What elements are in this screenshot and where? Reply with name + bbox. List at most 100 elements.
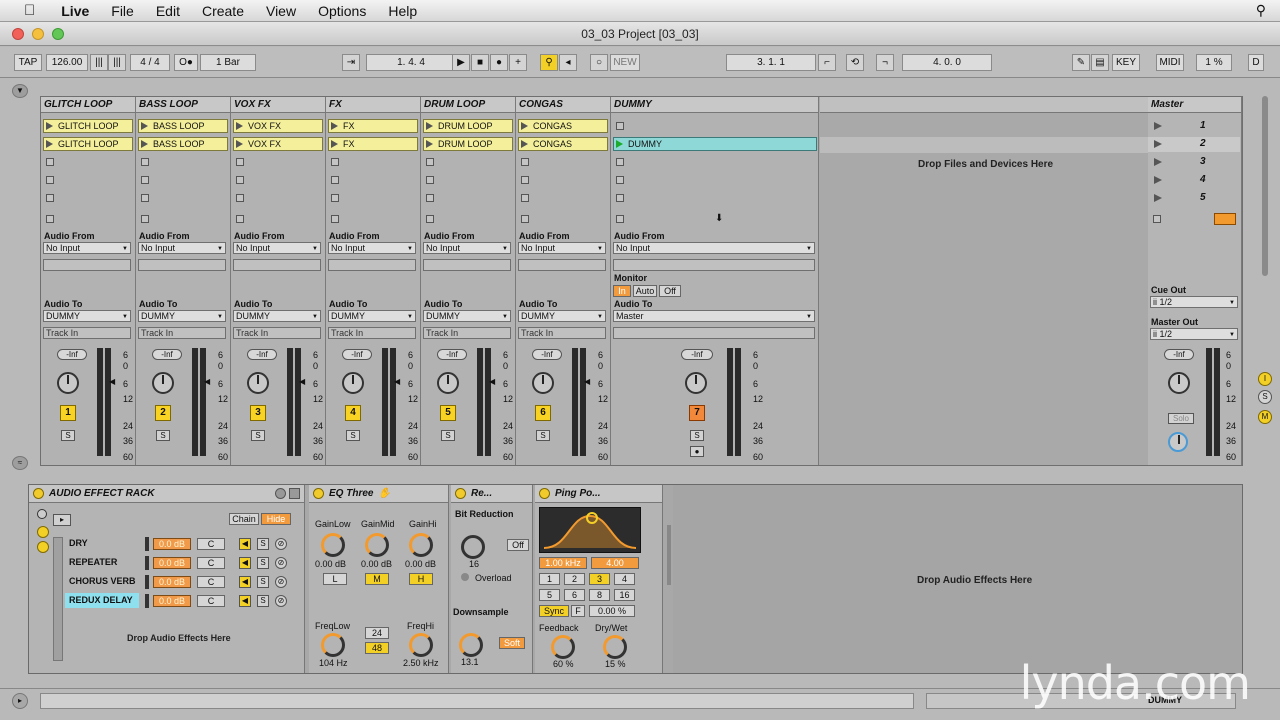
overdub-button[interactable]: + — [509, 54, 527, 71]
chain-list-toggle[interactable]: ▸ — [53, 514, 71, 526]
loop-switch-button[interactable]: ⟲ — [846, 54, 864, 71]
filter-freq-field[interactable]: 1.00 kHz — [539, 557, 587, 569]
menu-edit[interactable]: Edit — [156, 3, 180, 19]
freqlow-knob[interactable] — [321, 633, 345, 657]
clip-launch-icon[interactable] — [331, 122, 338, 130]
solo-button[interactable]: S — [251, 430, 265, 441]
chain-volume-field[interactable]: 0.0 dB — [153, 538, 191, 550]
session-record-button[interactable]: ○ — [590, 54, 608, 71]
browser-toggle-icon[interactable]: ▼ — [12, 84, 28, 98]
chain-activator-icon[interactable]: ◀ — [239, 557, 251, 569]
computer-keyboard-icon[interactable]: ▤ — [1091, 54, 1109, 71]
output-channel-select[interactable]: Track In — [138, 327, 226, 339]
pan-knob[interactable] — [437, 372, 459, 394]
sync-button[interactable]: Sync — [539, 605, 569, 617]
track-activator[interactable]: 6 — [535, 405, 551, 421]
input-channel-select[interactable] — [233, 259, 321, 271]
chain-activator-icon[interactable]: ◀ — [239, 595, 251, 607]
pingpong-power-icon[interactable] — [539, 488, 550, 499]
input-type-select[interactable]: No Input — [328, 242, 416, 254]
empty-slot-stop[interactable] — [46, 176, 54, 184]
volume-slider-icon[interactable]: ◀ — [584, 377, 590, 386]
chain-pan-field[interactable]: C — [197, 557, 225, 569]
chain-solo-button[interactable]: S — [257, 576, 269, 588]
empty-slot-stop[interactable] — [426, 194, 434, 202]
empty-slot-stop[interactable] — [331, 158, 339, 166]
slope-48-button[interactable]: 48 — [365, 642, 389, 654]
output-type-select[interactable]: DUMMY — [328, 310, 416, 322]
clip-launch-icon[interactable] — [521, 140, 528, 148]
input-type-select[interactable]: No Input — [518, 242, 606, 254]
chain-pan-field[interactable]: C — [197, 595, 225, 607]
chain-hotswap-icon[interactable]: ⊘ — [275, 576, 287, 588]
clip-launch-icon[interactable] — [236, 140, 243, 148]
chain-row[interactable]: REDUX DELAY 0.0 dB C ◀ S ⊘ — [29, 593, 305, 609]
eq-title[interactable]: EQ Three — [329, 488, 373, 499]
chain-activator-icon[interactable]: ◀ — [239, 538, 251, 550]
clip-launch-icon[interactable] — [521, 122, 528, 130]
track-activator[interactable]: 5 — [440, 405, 456, 421]
empty-slot-stop[interactable] — [331, 194, 339, 202]
key-map-button[interactable]: KEY — [1112, 54, 1140, 71]
rack-hotswap-icon[interactable] — [275, 488, 286, 499]
clip-slot[interactable]: VOX FX — [233, 119, 323, 133]
empty-slot-stop[interactable] — [616, 158, 624, 166]
scene-launch-icon[interactable] — [1154, 122, 1162, 130]
clip-launch-icon[interactable] — [46, 140, 53, 148]
track-activator[interactable]: 4 — [345, 405, 361, 421]
track-title[interactable]: GLITCH LOOP — [41, 97, 135, 113]
clip-launch-icon[interactable] — [46, 122, 53, 130]
arm-microphone-icon[interactable]: ⬇ — [715, 213, 723, 224]
delay-time-button[interactable]: 1 — [539, 573, 560, 585]
clip-launch-icon[interactable] — [426, 140, 433, 148]
chain-row[interactable]: REPEATER 0.0 dB C ◀ S ⊘ — [29, 555, 305, 571]
chain-pan-field[interactable]: C — [197, 538, 225, 550]
chain-row[interactable]: DRY 0.0 dB C ◀ S ⊘ — [29, 536, 305, 552]
clip-slot[interactable]: VOX FX — [233, 137, 323, 151]
output-type-select[interactable]: DUMMY — [138, 310, 226, 322]
session-vertical-scrollbar[interactable] — [1262, 96, 1268, 276]
clip-slot[interactable]: GLITCH LOOP — [43, 137, 133, 151]
time-signature-field[interactable]: 4 / 4 — [130, 54, 170, 71]
menu-options[interactable]: Options — [318, 3, 366, 19]
chain-solo-button[interactable]: S — [257, 595, 269, 607]
track-title[interactable]: VOX FX — [231, 97, 325, 113]
pan-knob[interactable] — [57, 372, 79, 394]
empty-slot-stop[interactable] — [331, 176, 339, 184]
track-title[interactable]: FX — [326, 97, 420, 113]
loop-length-field[interactable]: 4. 0. 0 — [902, 54, 992, 71]
chain-volume-field[interactable]: 0.0 dB — [153, 595, 191, 607]
chain-solo-button[interactable]: S — [257, 538, 269, 550]
pan-knob[interactable] — [152, 372, 174, 394]
app-menu[interactable]: Live — [61, 3, 89, 19]
chain-row[interactable]: CHORUS VERB 0.0 dB C ◀ S ⊘ — [29, 574, 305, 590]
clip-slot[interactable]: BASS LOOP — [138, 137, 228, 151]
master-out-select[interactable]: ii 1/2 — [1150, 328, 1238, 340]
delay-time-button[interactable]: 6 — [564, 589, 585, 601]
empty-slot-stop[interactable] — [616, 194, 624, 202]
track-title[interactable]: DRUM LOOP — [421, 97, 515, 113]
filter-width-field[interactable]: 4.00 — [591, 557, 639, 569]
volume-field[interactable]: -Inf — [342, 349, 372, 360]
empty-slot-stop[interactable] — [521, 158, 529, 166]
spotlight-search-icon[interactable]: ⚲ — [1256, 2, 1266, 19]
cue-out-select[interactable]: ii 1/2 — [1150, 296, 1238, 308]
apple-icon[interactable]:  — [24, 2, 35, 19]
scene-5[interactable]: 5 — [1148, 191, 1240, 206]
solo-button[interactable]: S — [690, 430, 704, 441]
solo-button[interactable]: S — [441, 430, 455, 441]
empty-slot-stop[interactable] — [426, 176, 434, 184]
delay-time-button[interactable]: 2 — [564, 573, 585, 585]
clip-launch-icon[interactable] — [331, 140, 338, 148]
input-type-select[interactable]: No Input — [613, 242, 815, 254]
track-stop-button[interactable] — [331, 215, 339, 223]
solo-button[interactable]: S — [346, 430, 360, 441]
volume-field[interactable]: -Inf — [152, 349, 182, 360]
track-stop-button[interactable] — [521, 215, 529, 223]
clip-slot[interactable]: CONGAS — [518, 137, 608, 151]
pingpong-title[interactable]: Ping Po... — [555, 488, 601, 499]
empty-slot-stop[interactable] — [616, 176, 624, 184]
clip-slot[interactable]: DRUM LOOP — [423, 119, 513, 133]
output-type-select[interactable]: Master — [613, 310, 815, 322]
quantization-menu[interactable]: 1 Bar — [200, 54, 256, 71]
